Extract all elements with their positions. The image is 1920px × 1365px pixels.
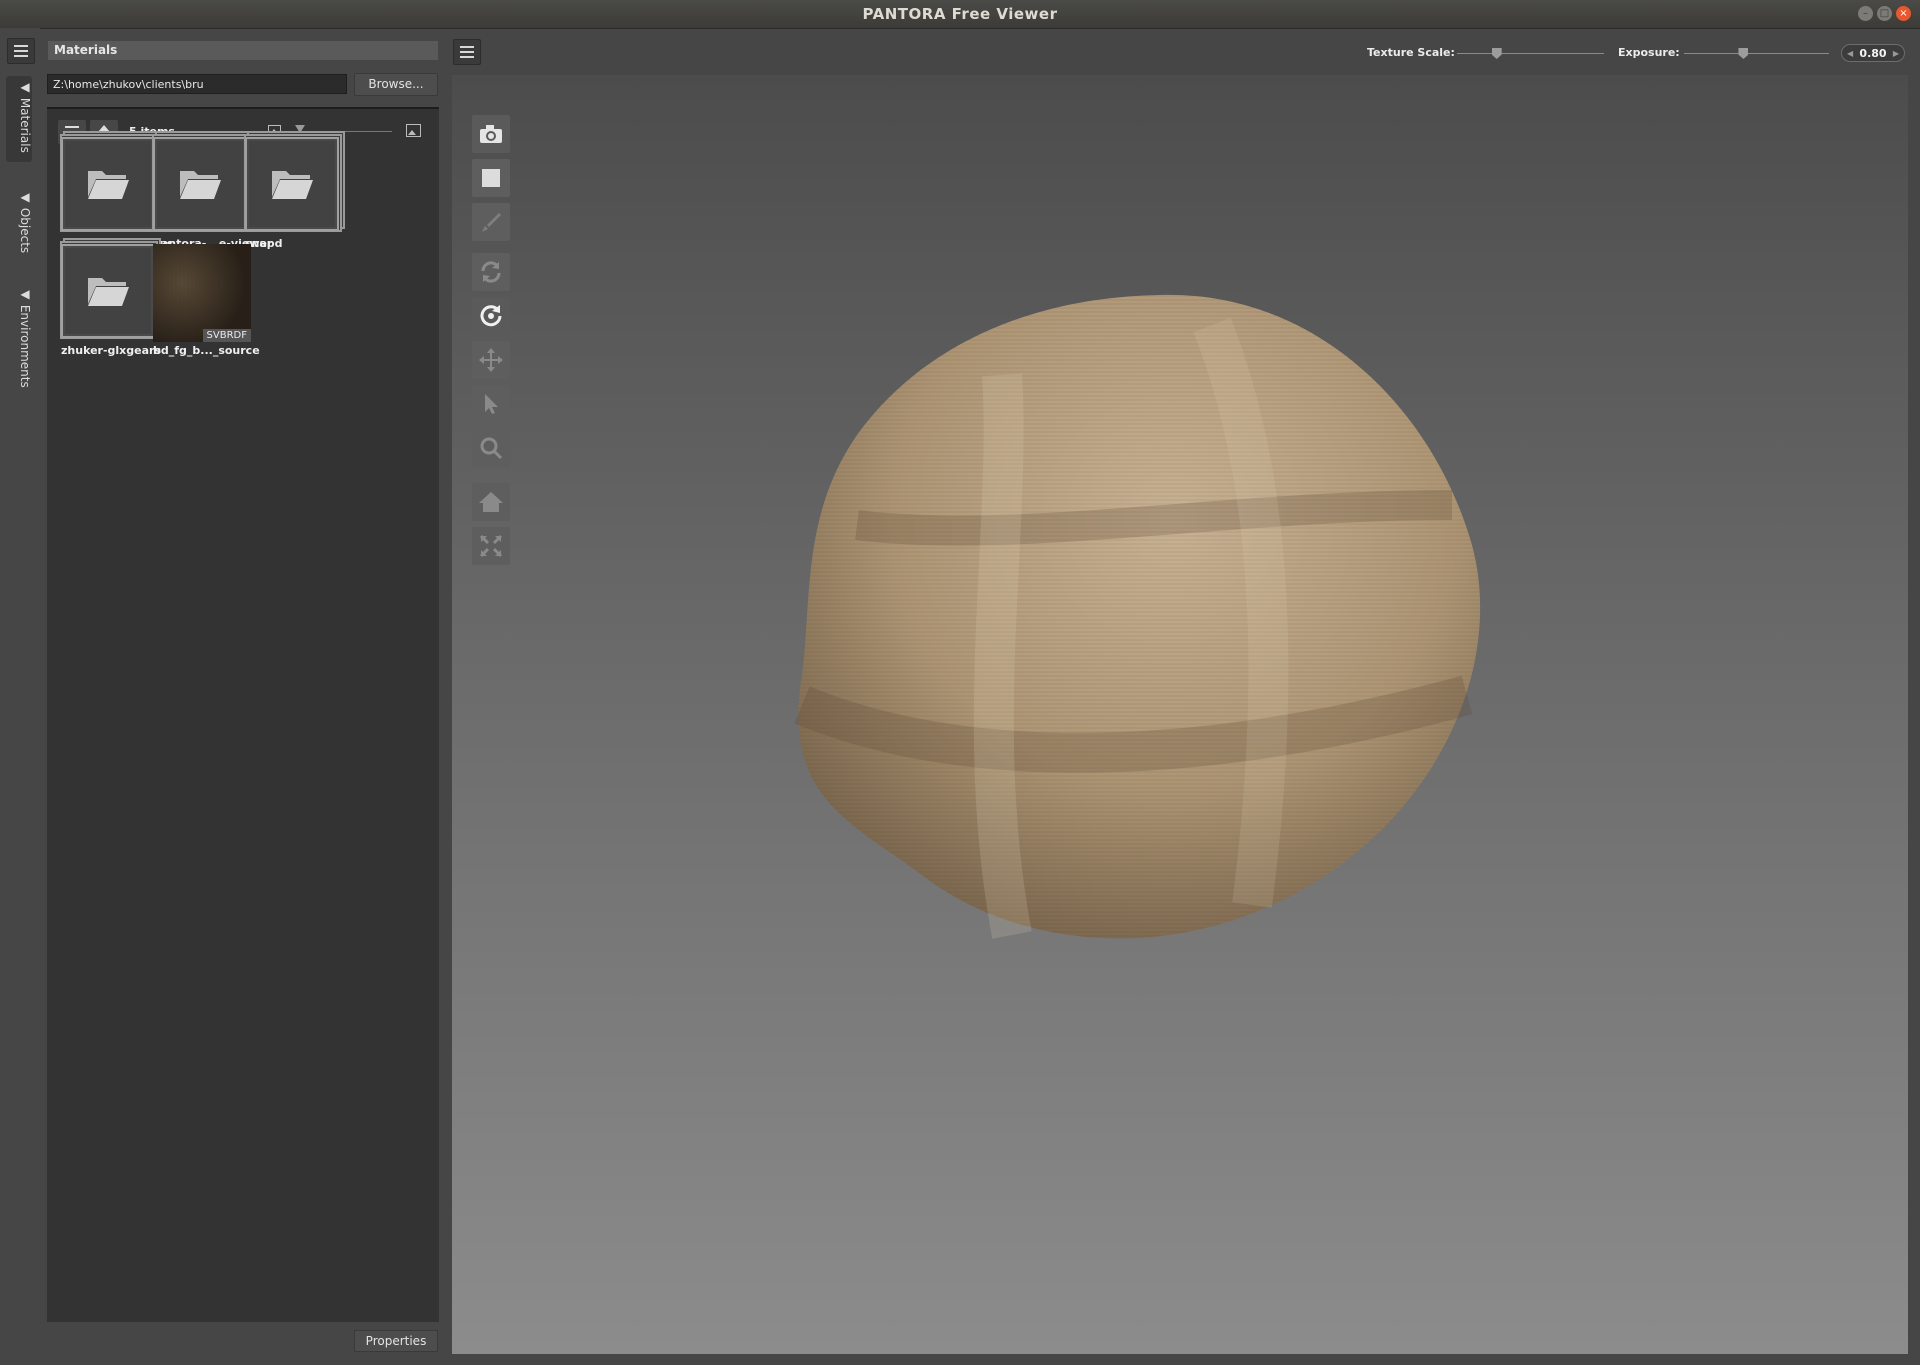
texture-scale-slider-handle[interactable] [1491, 48, 1502, 59]
title-bar: PANTORA Free Viewer – □ × [0, 0, 1920, 29]
folder-icon [88, 171, 129, 199]
increment-arrow-icon[interactable]: ▶ [1893, 45, 1899, 63]
material-type-badge: SVBRDF [202, 329, 251, 342]
tab-environments[interactable]: ◀ Environments [6, 283, 32, 397]
3d-model-render [794, 294, 1481, 939]
texture-scale-label: Texture Scale: [1367, 46, 1455, 59]
expand-arrow-icon: ◀ [18, 80, 32, 98]
expand-arrow-icon: ◀ [18, 190, 32, 208]
exposure-slider-handle[interactable] [1738, 48, 1749, 59]
tab-objects[interactable]: ◀ Objects [6, 186, 32, 262]
item-label: bd_fg_b..._source [153, 344, 260, 357]
browse-button[interactable]: Browse... [354, 73, 438, 96]
properties-button[interactable]: Properties [354, 1330, 438, 1352]
expand-arrow-icon: ◀ [18, 287, 32, 305]
folder-thumbnail [245, 137, 339, 231]
exposure-label: Exposure: [1618, 46, 1680, 59]
material-thumbnail: SVBRDF [153, 244, 251, 342]
side-menu-button[interactable] [7, 38, 35, 64]
material-browser: 5 items notepad-plus-pluspantora-...e-vi… [47, 107, 439, 1322]
minimize-button[interactable]: – [1858, 6, 1873, 21]
folder-icon [272, 171, 313, 199]
materials-panel-title: Materials [48, 41, 438, 60]
window-title: PANTORA Free Viewer [862, 5, 1058, 23]
3d-viewport[interactable] [452, 75, 1908, 1354]
exposure-slider[interactable] [1684, 53, 1829, 54]
maximize-button[interactable]: □ [1877, 6, 1892, 21]
texture-scale-slider[interactable] [1457, 53, 1604, 54]
exposure-value-spinbox[interactable]: ◀ 0.80 ▶ [1841, 44, 1905, 62]
close-button[interactable]: × [1896, 6, 1911, 21]
folder-icon [88, 278, 129, 306]
decrement-arrow-icon[interactable]: ◀ [1847, 45, 1853, 63]
viewer-menu-button[interactable] [453, 39, 481, 65]
large-thumbnail-icon[interactable] [406, 124, 421, 137]
path-input[interactable] [47, 74, 347, 94]
material-item[interactable]: SVBRDF bd_fg_b..._source [139, 238, 260, 366]
folder-icon [180, 171, 221, 199]
tab-materials[interactable]: ◀ Materials [6, 76, 32, 162]
side-tab-strip: ◀ Materials ◀ Objects ◀ Environments [0, 28, 40, 1365]
